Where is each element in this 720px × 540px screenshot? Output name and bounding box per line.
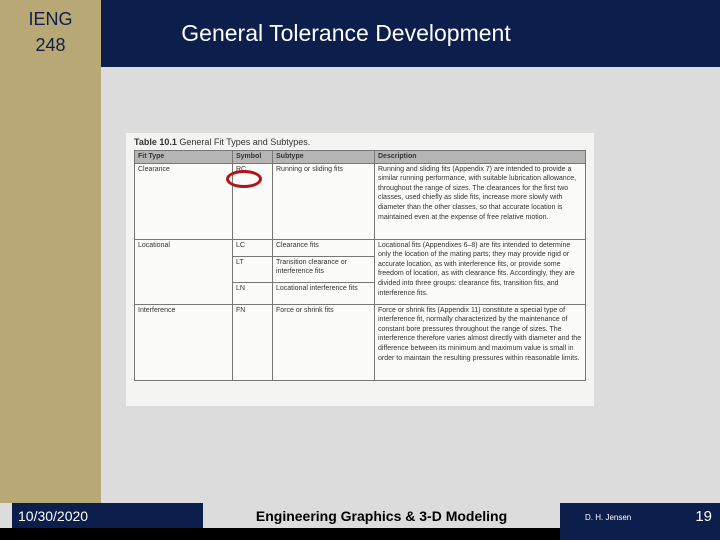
symbol-cell: LT [232, 255, 273, 283]
description-cell: Running and sliding fits (Appendix 7) ar… [374, 162, 586, 240]
fit-type-cell: Locational [134, 238, 233, 305]
table-image: Table 10.1 General Fit Types and Subtype… [126, 133, 594, 406]
description-cell: Force or shrink fits (Appendix 11) const… [374, 303, 586, 381]
subtype-cell: Force or shrink fits [272, 303, 375, 381]
course-line2: 248 [35, 35, 66, 55]
fit-types-table: Fit Type Symbol Subtype Description Clea… [134, 150, 586, 381]
footer-author: D. H. Jensen [585, 513, 632, 522]
table-row: Interference FN Force or shrink fits For… [134, 303, 586, 381]
symbol-cell: LC [232, 238, 273, 257]
footer-bar [0, 528, 560, 540]
course-code: IENG 248 [0, 6, 101, 58]
subtype-cell: Clearance fits [272, 238, 375, 257]
symbol-cell: FN [232, 303, 273, 381]
highlight-circle [226, 170, 262, 188]
fit-type-cell: Interference [134, 303, 233, 381]
subtype-cell: Transition clearance or interference fit… [272, 255, 375, 283]
slide-title: General Tolerance Development [181, 20, 511, 46]
table-header-row: Fit Type Symbol Subtype Description [134, 150, 586, 164]
header: General Tolerance Development [101, 0, 720, 67]
header-cell: Fit Type [134, 150, 233, 164]
symbol-cell: LN [232, 281, 273, 305]
caption-number: Table 10.1 [134, 137, 177, 147]
subtype-cell: Running or sliding fits [272, 162, 375, 240]
fit-type-cell: Clearance [134, 162, 233, 240]
table-row: Locational LC Clearance fits Locational … [134, 238, 586, 305]
subtype-cell: Locational interference fits [272, 281, 375, 305]
course-line1: IENG [28, 9, 73, 29]
table-row: Clearance RC Running or sliding fits Run… [134, 162, 586, 240]
footer-course: Engineering Graphics & 3-D Modeling [255, 508, 508, 524]
page-number: 19 [695, 508, 712, 525]
caption-text: General Fit Types and Subtypes. [179, 137, 311, 147]
header-cell: Symbol [232, 150, 273, 164]
sidebar: IENG 248 [0, 0, 101, 503]
header-cell: Subtype [272, 150, 375, 164]
description-cell: Locational fits (Appendixes 6–8) are fit… [374, 238, 586, 305]
footer-right: D. H. Jensen 19 [560, 503, 720, 540]
header-cell: Description [374, 150, 586, 164]
table-caption: Table 10.1 General Fit Types and Subtype… [134, 137, 586, 147]
footer-date: 10/30/2020 [12, 503, 203, 528]
